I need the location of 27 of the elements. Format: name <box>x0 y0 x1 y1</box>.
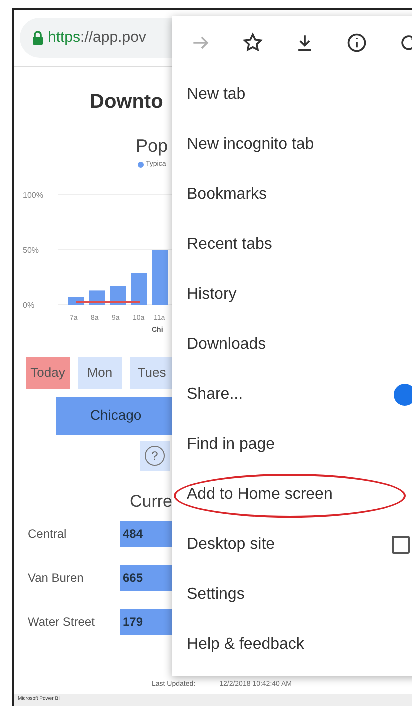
section-heading: Curre <box>130 492 173 510</box>
station-name: Central <box>27 526 68 542</box>
checkbox[interactable] <box>392 536 410 554</box>
page-title: Downto <box>90 91 164 113</box>
star-icon[interactable] <box>242 32 264 54</box>
info-icon[interactable] <box>346 32 368 54</box>
url-text: https://app.pov <box>48 28 146 48</box>
day-tab[interactable]: Mon <box>78 356 122 388</box>
menu-item[interactable]: History <box>172 270 412 320</box>
day-tab[interactable]: Tues <box>130 356 174 388</box>
axis-label: 100% <box>23 190 44 200</box>
station-name: Van Buren <box>27 570 85 586</box>
menu-item[interactable]: Recent tabs <box>172 220 412 270</box>
menu-item[interactable]: Downloads <box>172 320 412 370</box>
menu-item[interactable]: New tab <box>172 70 412 120</box>
app-icon <box>394 384 412 406</box>
menu-item[interactable]: Bookmarks <box>172 170 412 220</box>
axis-label: 0% <box>23 300 35 310</box>
chart-heading: Pop <box>136 136 168 156</box>
chart-bar <box>152 250 168 304</box>
help-button[interactable]: ? <box>140 440 170 470</box>
menu-item[interactable]: Add to Home screen <box>172 470 412 520</box>
menu-item[interactable]: New incognito tab <box>172 120 412 170</box>
station-name: Water Street <box>27 614 96 630</box>
chart-bar <box>131 272 147 304</box>
axis-label: 50% <box>23 246 40 254</box>
marker-line <box>76 300 140 302</box>
